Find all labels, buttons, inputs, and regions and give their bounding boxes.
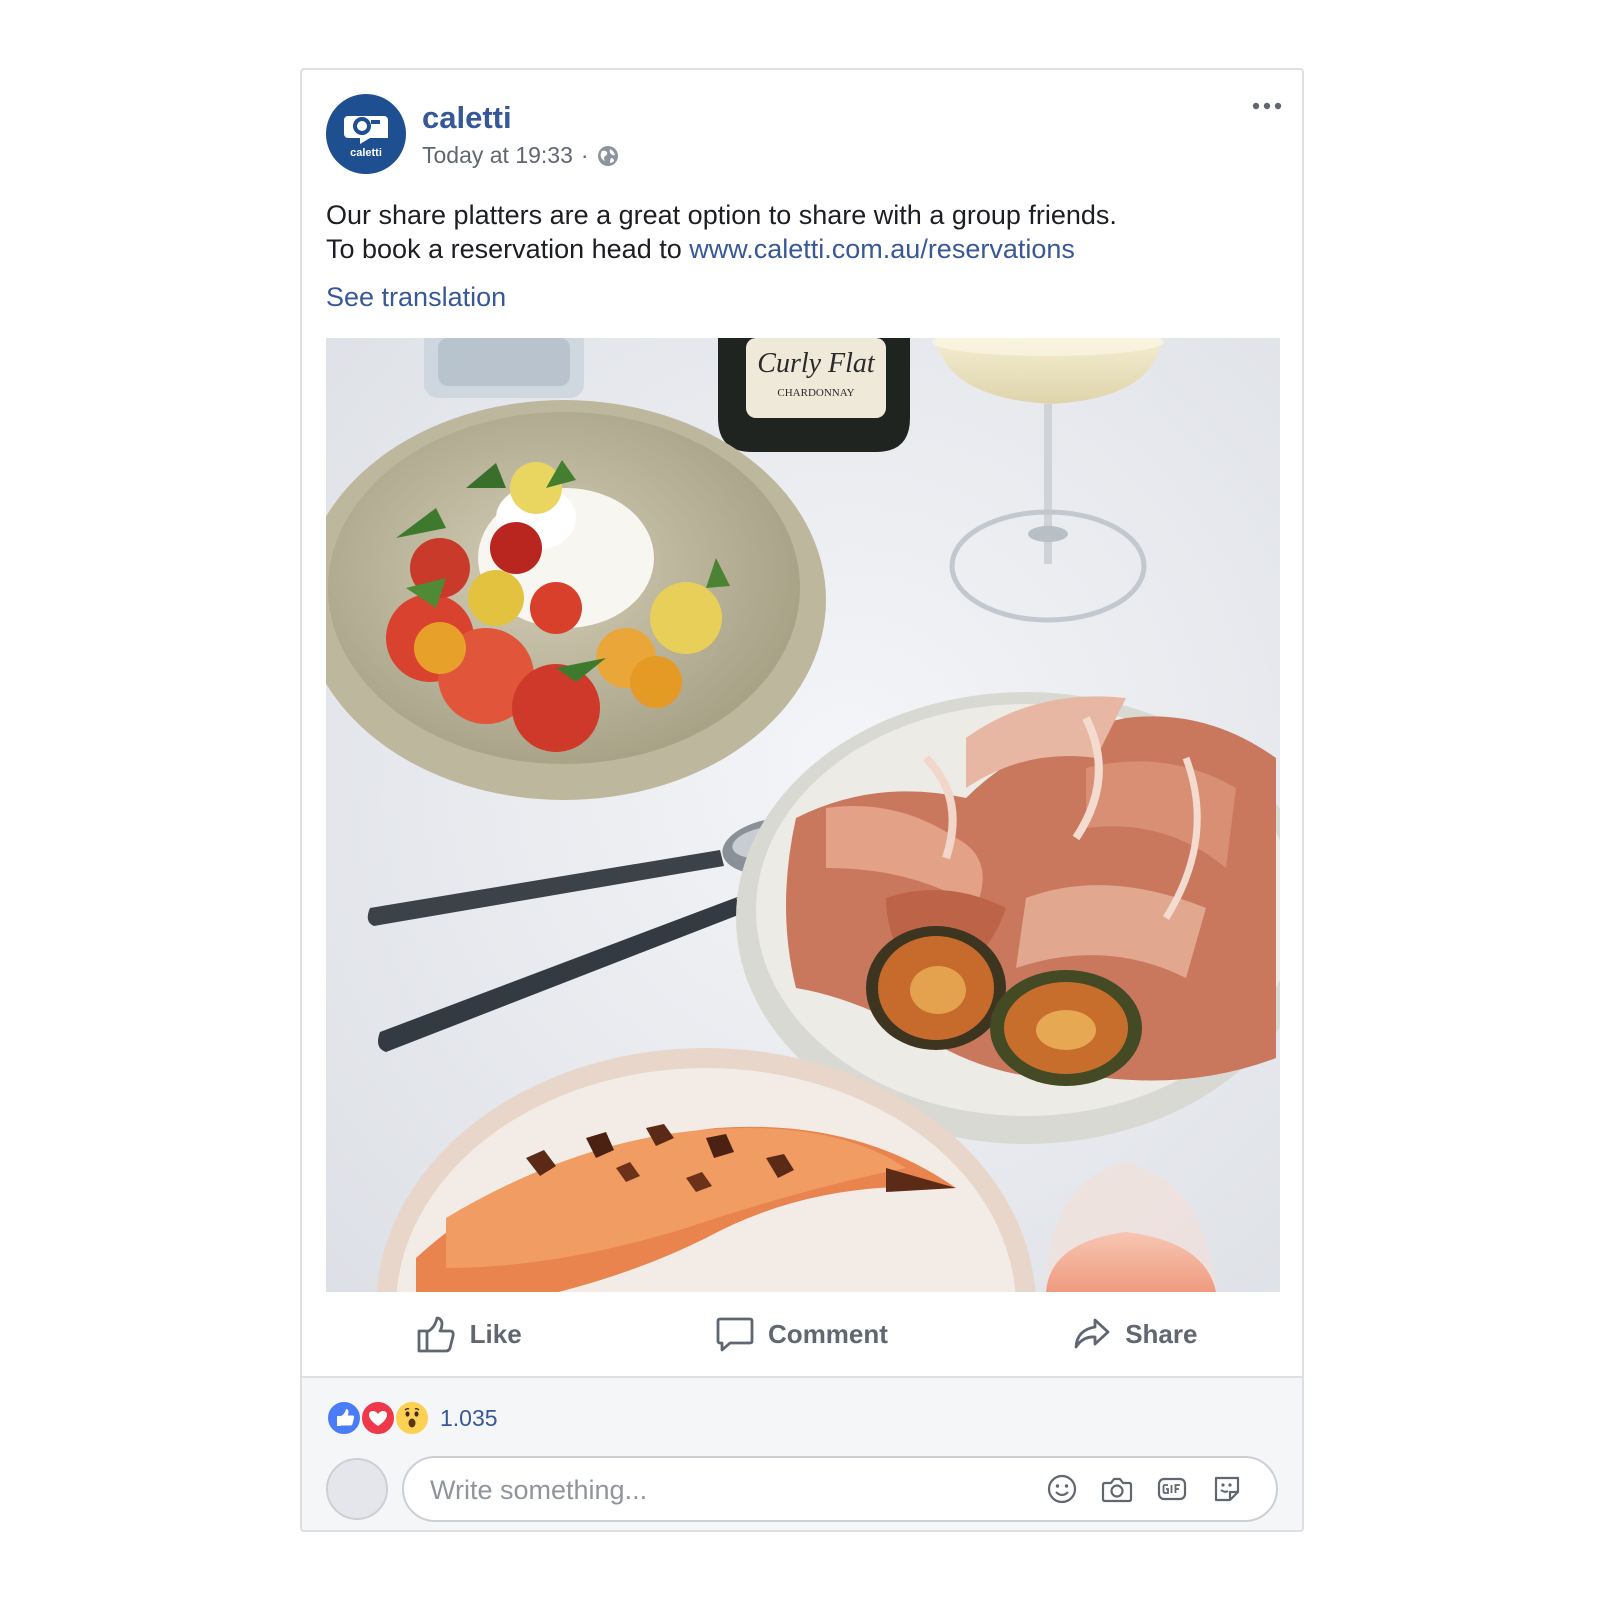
comment-input[interactable] [428, 1458, 1032, 1522]
post-text-prefix: To book a reservation head to [326, 234, 690, 264]
post-text-line2: To book a reservation head to www.calett… [326, 232, 1286, 266]
wine-label-brand: Curly Flat [757, 348, 876, 379]
post-meta: Today at 19:33 · [422, 142, 619, 169]
reaction-count[interactable]: 1.035 [440, 1405, 498, 1432]
post-text: Our share platters are a great option to… [326, 198, 1286, 266]
emoji-icon[interactable] [1046, 1473, 1078, 1505]
post-footer: 1.035 [302, 1376, 1302, 1530]
caletti-logo-icon: caletti [344, 116, 388, 159]
like-button[interactable]: Like [302, 1292, 635, 1376]
post-timestamp[interactable]: Today at 19:33 [422, 142, 573, 169]
sticker-icon[interactable] [1211, 1473, 1243, 1505]
comment-bubble-icon [716, 1317, 754, 1352]
page-name[interactable]: caletti [422, 100, 512, 136]
page-avatar[interactable]: caletti [326, 94, 406, 174]
gif-icon[interactable] [1156, 1473, 1188, 1505]
camera-icon[interactable] [1101, 1473, 1133, 1505]
wine-label-variety: CHARDONNAY [777, 387, 854, 399]
post-action-bar: Like Comment Share [302, 1292, 1302, 1376]
like-label: Like [469, 1318, 522, 1349]
post-photo[interactable]: Curly Flat CHARDONNAY [326, 338, 1280, 1292]
reservation-link[interactable]: www.caletti.com.au/reservations [689, 234, 1075, 264]
comment-composer[interactable] [402, 1456, 1278, 1522]
comment-label: Comment [768, 1318, 888, 1349]
reactions-summary[interactable]: 1.035 [326, 1400, 498, 1436]
viewer-avatar [326, 1458, 388, 1520]
love-reaction-icon [360, 1400, 396, 1436]
comment-button[interactable]: Comment [635, 1292, 968, 1376]
wow-reaction-icon [394, 1400, 430, 1436]
share-label: Share [1125, 1318, 1198, 1349]
more-options-icon[interactable] [1250, 96, 1284, 116]
share-arrow-icon [1074, 1318, 1110, 1349]
post-card: caletti caletti Today at 19:33 · Our sha… [300, 68, 1304, 1532]
avatar-logo-text: caletti [350, 147, 382, 159]
globe-icon [597, 145, 618, 166]
share-button[interactable]: Share [969, 1292, 1302, 1376]
see-translation-link[interactable]: See translation [326, 282, 506, 313]
like-reaction-icon [326, 1400, 362, 1436]
post-text-line1: Our share platters are a great option to… [326, 200, 1117, 230]
thumbs-up-icon [417, 1316, 455, 1353]
food-photo-illustration: Curly Flat CHARDONNAY [326, 338, 1280, 1292]
meta-separator: · [580, 142, 589, 168]
